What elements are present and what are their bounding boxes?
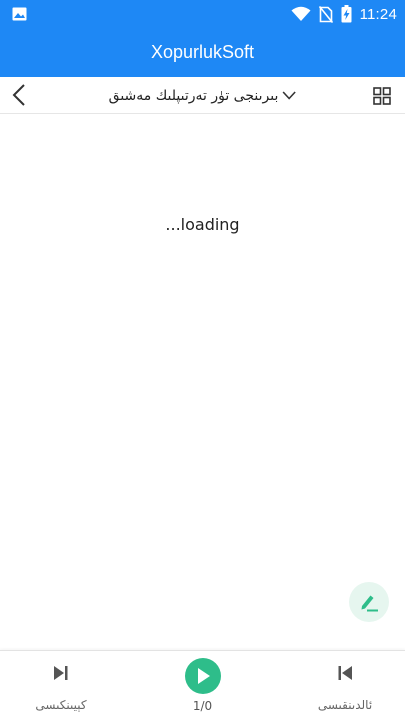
app-title: XopurlukSoft bbox=[150, 42, 255, 62]
bottom-nav: كېيىنكىسى 1/0 ئالدىنقىسى bbox=[0, 650, 405, 720]
no-sim-icon bbox=[318, 5, 333, 23]
app-bar: XopurlukSoft bbox=[0, 28, 405, 77]
exam-selector[interactable]: بىرىنجى تۈر تەرتىپلىك مەشىق bbox=[109, 77, 297, 114]
status-bar: 11:24 bbox=[0, 0, 405, 28]
previous-label: ئالدىنقىسى bbox=[317, 698, 373, 712]
exam-toolbar: بىرىنجى تۈر تەرتىپلىك مەشىق bbox=[0, 77, 405, 114]
status-time: 11:24 bbox=[359, 5, 397, 23]
chevron-down-icon bbox=[282, 91, 296, 100]
image-icon bbox=[12, 7, 27, 21]
exam-title: بىرىنجى تۈر تەرتىپلىك مەشىق bbox=[108, 87, 279, 104]
play-icon bbox=[198, 668, 210, 684]
back-button[interactable] bbox=[6, 82, 32, 108]
play-button[interactable] bbox=[185, 658, 221, 694]
edit-fab-button[interactable] bbox=[349, 582, 389, 622]
back-chevron-icon bbox=[12, 84, 25, 106]
skip-previous-icon bbox=[338, 666, 352, 680]
wifi-icon bbox=[291, 6, 311, 21]
question-content: ...loading bbox=[0, 114, 405, 650]
previous-button[interactable]: ئالدىنقىسى bbox=[295, 651, 395, 720]
grid-icon[interactable] bbox=[373, 87, 391, 105]
skip-next-icon bbox=[54, 666, 68, 680]
edit-pen-icon bbox=[361, 595, 378, 612]
battery-charging-icon bbox=[341, 5, 352, 23]
loading-text: ...loading bbox=[165, 215, 240, 234]
